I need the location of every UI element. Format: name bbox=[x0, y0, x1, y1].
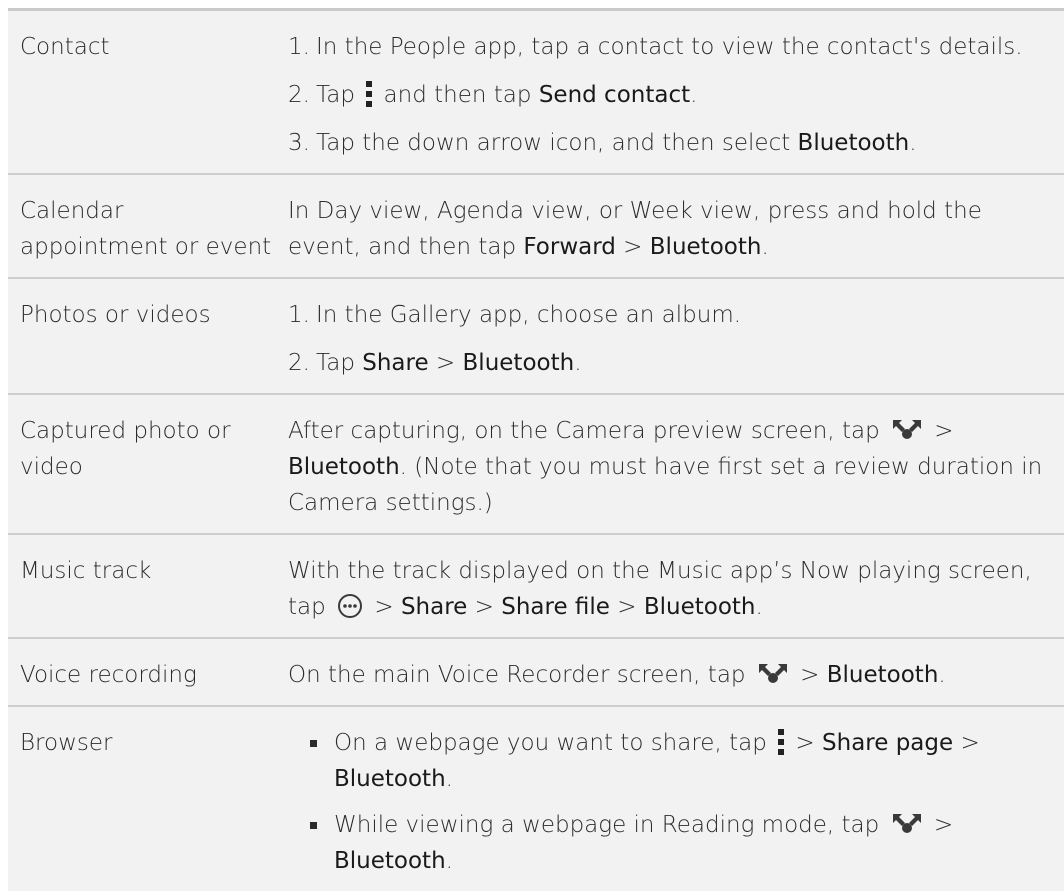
bullet-item: While viewing a webpage in Reading mode,… bbox=[288, 807, 1052, 879]
separator: > bbox=[788, 730, 823, 756]
punctuation: . bbox=[690, 82, 698, 108]
menu-icon bbox=[366, 80, 373, 107]
more-icon bbox=[338, 593, 363, 618]
share-icon bbox=[758, 663, 787, 683]
separator: > bbox=[615, 234, 650, 260]
table-row-contact: Contact 1. In the People app, tap a cont… bbox=[8, 11, 1064, 175]
table-row-calendar: Calendar appointment or event In Day vie… bbox=[8, 175, 1064, 279]
separator: > bbox=[367, 594, 401, 620]
table-row-photos: Photos or videos 1. In the Gallery app, … bbox=[8, 279, 1064, 395]
step-number: 2. bbox=[288, 350, 310, 376]
ui-label-bluetooth: Bluetooth bbox=[462, 350, 575, 376]
bullet-item: On a webpage you want to share, tap > Sh… bbox=[288, 725, 1052, 797]
separator: > bbox=[609, 594, 644, 620]
table-row-browser: Browser On a webpage you want to share, … bbox=[8, 707, 1064, 891]
instruction-text: After capturing, on the Camera preview s… bbox=[288, 418, 887, 444]
table-row-captured-photo: Captured photo or video After capturing,… bbox=[8, 395, 1064, 535]
row-instructions: 1. In the Gallery app, choose an album. … bbox=[288, 279, 1064, 393]
row-instructions: With the track displayed on the Music ap… bbox=[288, 535, 1064, 637]
ui-label-share-file: Share file bbox=[501, 594, 610, 620]
step-item: 1. In the People app, tap a contact to v… bbox=[288, 29, 1052, 65]
row-instructions: 1. In the People app, tap a contact to v… bbox=[288, 11, 1064, 173]
menu-icon bbox=[778, 728, 785, 755]
ui-label-share: Share bbox=[362, 350, 429, 376]
separator: > bbox=[927, 418, 954, 444]
ui-label-bluetooth: Bluetooth bbox=[826, 662, 939, 688]
ui-label-send-contact: Send contact bbox=[538, 82, 691, 108]
step-text: In the People app, tap a contact to view… bbox=[316, 34, 1023, 60]
row-label: Music track bbox=[20, 558, 152, 584]
table-row-voice-recording: Voice recording On the main Voice Record… bbox=[8, 639, 1064, 707]
ui-label-bluetooth: Bluetooth bbox=[643, 594, 756, 620]
instruction-text: On the main Voice Recorder screen, tap bbox=[288, 662, 753, 688]
step-list: 1. In the Gallery app, choose an album. … bbox=[288, 297, 1052, 381]
separator: > bbox=[467, 594, 502, 620]
ui-label-bluetooth: Bluetooth bbox=[649, 234, 762, 260]
step-item: 3. Tap the down arrow icon, and then sel… bbox=[288, 125, 1052, 161]
step-text: In the Gallery app, choose an album. bbox=[316, 302, 742, 328]
punctuation: . bbox=[761, 234, 769, 260]
row-instructions: On the main Voice Recorder screen, tap >… bbox=[288, 639, 1064, 705]
table-row-music: Music track With the track displayed on … bbox=[8, 535, 1064, 639]
ui-label-bluetooth: Bluetooth bbox=[797, 130, 910, 156]
punctuation: . bbox=[445, 848, 453, 874]
step-number: 1. bbox=[288, 34, 310, 60]
punctuation: . bbox=[445, 766, 453, 792]
ui-label-bluetooth: Bluetooth bbox=[288, 454, 400, 480]
separator: > bbox=[926, 812, 954, 838]
bluetooth-sharing-table: Contact 1. In the People app, tap a cont… bbox=[8, 8, 1064, 891]
step-text: and then tap bbox=[376, 82, 539, 108]
ui-label-share: Share bbox=[400, 594, 468, 620]
step-number: 3. bbox=[288, 130, 310, 156]
ui-label-bluetooth: Bluetooth bbox=[334, 766, 446, 792]
punctuation: . bbox=[938, 662, 946, 688]
instruction-text: . (Note that you must have first set a r… bbox=[288, 454, 1043, 516]
ui-label-bluetooth: Bluetooth bbox=[334, 848, 446, 874]
step-number: 2. bbox=[288, 82, 310, 108]
row-instructions: On a webpage you want to share, tap > Sh… bbox=[288, 707, 1064, 891]
row-label: Contact bbox=[20, 34, 110, 60]
ui-label-forward: Forward bbox=[523, 234, 616, 260]
separator: > bbox=[428, 350, 463, 376]
bullet-text: While viewing a webpage in Reading mode,… bbox=[334, 812, 887, 838]
share-icon bbox=[892, 813, 921, 833]
separator: > bbox=[792, 662, 827, 688]
step-text: Tap bbox=[316, 350, 363, 376]
step-item: 2. Tap and then tap Send contact. bbox=[288, 77, 1052, 113]
row-label: Photos or videos bbox=[20, 302, 211, 328]
step-item: 2. Tap Share > Bluetooth. bbox=[288, 345, 1052, 381]
bullet-marker bbox=[310, 822, 317, 829]
row-label: Calendar appointment or event bbox=[20, 198, 272, 260]
ui-label-share-page: Share page bbox=[822, 730, 954, 756]
bullet-text: On a webpage you want to share, tap bbox=[334, 730, 775, 756]
step-number: 1. bbox=[288, 302, 310, 328]
separator: > bbox=[953, 730, 980, 756]
step-list: 1. In the People app, tap a contact to v… bbox=[288, 29, 1052, 161]
step-text: Tap the down arrow icon, and then select bbox=[316, 130, 798, 156]
step-text: Tap bbox=[316, 82, 363, 108]
row-instructions: After capturing, on the Camera preview s… bbox=[288, 395, 1064, 533]
bullet-list: On a webpage you want to share, tap > Sh… bbox=[288, 725, 1052, 879]
row-label: Voice recording bbox=[20, 662, 197, 688]
row-instructions: In Day view, Agenda view, or Week view, … bbox=[288, 175, 1064, 277]
row-label: Captured photo or video bbox=[20, 418, 231, 480]
punctuation: . bbox=[909, 130, 917, 156]
step-item: 1. In the Gallery app, choose an album. bbox=[288, 297, 1052, 333]
punctuation: . bbox=[755, 594, 763, 620]
bullet-marker bbox=[310, 740, 317, 747]
punctuation: . bbox=[574, 350, 582, 376]
share-icon bbox=[893, 419, 921, 439]
row-label: Browser bbox=[20, 730, 113, 756]
